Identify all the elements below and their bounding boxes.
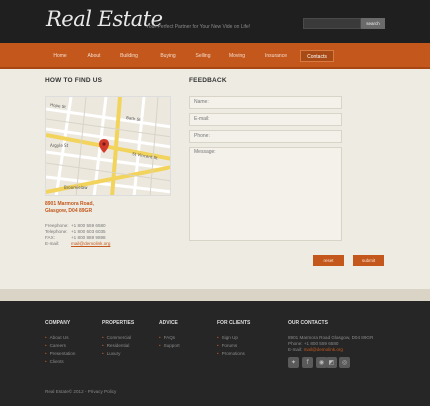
footer-email-label: E-mail: [288,347,303,352]
facebook-icon[interactable]: f [302,357,313,368]
nav-building[interactable]: Building [113,50,145,62]
name-field[interactable]: Name: [189,96,342,109]
telephone-label: Telephone: [45,229,68,234]
address-line-1: 8901 Marmora Road, [45,201,94,207]
freephone-label: Freephone: [45,223,69,228]
footer-link-promotions[interactable]: Promotions [217,351,245,356]
footer-link-forums[interactable]: Forums [217,343,238,348]
footer-link-commercial[interactable]: Commercial [102,335,132,340]
fax-value: +1 800 889 9898 [71,235,106,240]
freephone-row: Freephone: +1 800 559 6580 [45,223,106,228]
footer-email-row: E-mail: mail@demolink.org [288,347,343,352]
footer-link-sign-up[interactable]: Sign Up [217,335,238,340]
svg-text:Argyle St: Argyle St [50,143,69,148]
nav-about[interactable]: About [80,50,108,62]
footer-link-faqs[interactable]: FAQs [159,335,176,340]
footer-company-title: COMPANY [45,320,71,326]
footer-contacts-title: OUR CONTACTS [288,320,328,326]
phone-field[interactable]: Phone: [189,130,342,143]
globe-icon[interactable]: ◎ [339,357,350,368]
find-us-title: HOW TO FIND US [45,77,103,84]
footer-link-clients[interactable]: Clients [45,359,64,364]
map-image: Hope St Bath St St Vincent St Argyle St … [46,97,170,195]
fax-row: FAX: +1 800 889 9898 [45,235,106,240]
freephone-value: +1 800 559 6580 [71,223,106,228]
office-address: 8901 Marmora Road, Glasgow, D04 89GR [45,201,94,215]
fax-label: FAX: [45,235,55,240]
search-input[interactable] [303,18,361,29]
footer-link-about-us[interactable]: About Us [45,335,69,340]
footer-properties-title: PROPERTIES [102,320,135,326]
email-label: E-mail: [45,241,60,246]
nav-contacts[interactable]: Contacts [300,50,334,62]
footer-address: 8901 Marmora Road Glasgow, D04 89GR [288,335,374,340]
header: Real Estate Your Perfect Partner for You… [0,0,430,43]
feedback-title: FEEDBACK [189,77,227,84]
footer-link-careers[interactable]: Careers [45,343,66,348]
nav-selling[interactable]: Selling [188,50,218,62]
nav-insurance[interactable]: Insurance [258,50,294,62]
email-row: E-mail: mail@demolink.org [45,241,110,246]
submit-button[interactable]: submit [353,255,384,266]
twitter-icon[interactable]: ✦ [288,357,299,368]
footer-email-link[interactable]: mail@demolink.org [304,347,343,352]
footer-for-clients-title: FOR CLIENTS [217,320,251,326]
main-nav: Home About Building Buying Selling Movin… [0,43,430,69]
footer-link-residential[interactable]: Residential [102,343,130,348]
footer-link-luxury[interactable]: Luxury [102,351,121,356]
email-link[interactable]: mail@demolink.org [71,241,110,246]
footer-advice-title: ADVICE [159,320,178,326]
tagline: Your Perfect Partner for Your New Vide o… [146,24,251,30]
footer-link-support[interactable]: Support [159,343,180,348]
telephone-row: Telephone: +1 800 603 6035 [45,229,106,234]
copyright: Real Estate© 2012 - Privacy Policy [45,389,117,394]
address-line-2: Glasgow, D04 89GR [45,208,93,214]
footer-divider [0,289,430,301]
nav-moving[interactable]: Moving [222,50,252,62]
nav-buying[interactable]: Buying [152,50,184,62]
message-field[interactable]: Message: [189,147,342,241]
footer-link-presentation[interactable]: Presentation [45,351,76,356]
reset-button[interactable]: reset [313,255,344,266]
svg-text:Broomielaw: Broomielaw [64,185,88,190]
delicious-icon[interactable]: ◩ [326,357,337,368]
email-field[interactable]: E-mail: [189,113,342,126]
search-button[interactable]: search [361,18,385,29]
telephone-value: +1 800 603 6035 [71,229,106,234]
location-map[interactable]: Hope St Bath St St Vincent St Argyle St … [45,96,171,196]
footer-phone: Phone: +1 800 559 6580 [288,341,339,346]
nav-home[interactable]: Home [46,50,74,62]
